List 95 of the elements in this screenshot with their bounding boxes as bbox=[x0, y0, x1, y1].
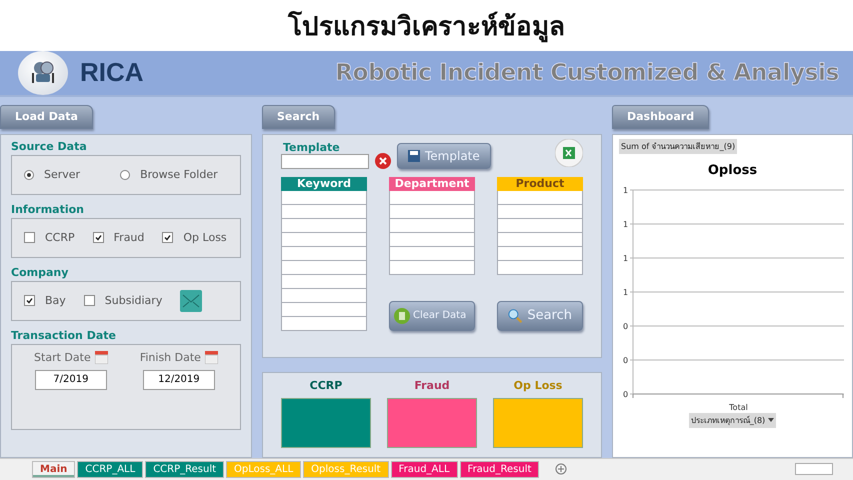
app-title: Robotic Incident Customized & Analysis bbox=[335, 60, 839, 86]
list-row[interactable] bbox=[497, 260, 583, 275]
list-row[interactable] bbox=[389, 260, 475, 275]
list-row[interactable] bbox=[281, 302, 367, 317]
chart-title: Oploss bbox=[706, 162, 758, 178]
save-icon bbox=[408, 150, 420, 162]
date-field[interactable]: 7/2019 bbox=[34, 370, 107, 390]
list-row[interactable] bbox=[281, 204, 367, 219]
date-field[interactable]: 12/2019 bbox=[142, 370, 215, 390]
option-label: Op Loss bbox=[183, 231, 227, 244]
template-input-field[interactable] bbox=[281, 154, 369, 169]
robot-logo-icon bbox=[18, 50, 68, 95]
sheet-tab[interactable]: Fraud_Result bbox=[460, 460, 540, 478]
option-label: Fraud bbox=[114, 231, 144, 244]
list-row[interactable] bbox=[281, 316, 367, 331]
checkbox[interactable] bbox=[84, 295, 95, 306]
chart-filter-button[interactable]: ประเภทเหตุการณ์_(8) bbox=[688, 412, 776, 428]
list-row[interactable] bbox=[389, 204, 475, 219]
list-row[interactable] bbox=[497, 190, 583, 205]
checkbox[interactable] bbox=[24, 295, 35, 306]
radio-button[interactable] bbox=[24, 170, 34, 180]
summary-tile[interactable] bbox=[493, 398, 583, 448]
list-row[interactable] bbox=[497, 232, 583, 247]
checkbox[interactable] bbox=[24, 232, 35, 244]
list-header: Product bbox=[497, 176, 583, 191]
summary-label: CCRP bbox=[310, 378, 342, 392]
chart-field-button[interactable]: Sum of จำนวนความเสียหาย_(9) bbox=[619, 138, 738, 154]
search-button[interactable]: Search bbox=[497, 300, 583, 331]
summary-tile[interactable] bbox=[387, 398, 477, 448]
axis-tick-label: 1 bbox=[623, 254, 628, 263]
sheet-tab[interactable]: Fraud_ALL bbox=[390, 460, 458, 478]
axis-tick-label: 0 bbox=[623, 390, 628, 399]
list-row[interactable] bbox=[281, 246, 367, 261]
axis-tick-label: 1 bbox=[623, 220, 628, 229]
calendar-icon[interactable] bbox=[204, 350, 218, 364]
dashboard-button[interactable]: Dashboard bbox=[612, 104, 710, 129]
option-label: Subsidiary bbox=[104, 294, 162, 308]
sheet-tab[interactable]: CCRP_ALL bbox=[77, 460, 144, 478]
axis-tick-label: 1 bbox=[623, 288, 628, 297]
check-icon bbox=[164, 234, 172, 242]
trash-icon bbox=[394, 308, 410, 324]
list-header: Keyword bbox=[281, 176, 367, 191]
section-heading: Information bbox=[11, 202, 85, 216]
list-row[interactable] bbox=[497, 246, 583, 261]
list-row[interactable] bbox=[497, 218, 583, 233]
option-label: Browse Folder bbox=[140, 168, 218, 182]
list-row[interactable] bbox=[497, 204, 583, 219]
check-icon bbox=[26, 297, 33, 304]
check-icon bbox=[94, 234, 102, 242]
checkbox[interactable] bbox=[92, 232, 104, 244]
list-row[interactable] bbox=[389, 232, 475, 247]
list-row[interactable] bbox=[281, 260, 367, 275]
summary-label: Op Loss bbox=[514, 378, 562, 392]
date-label: Finish Date bbox=[140, 350, 201, 364]
sheet-tab[interactable]: CCRP_Result bbox=[145, 460, 224, 478]
summary-tile[interactable] bbox=[281, 398, 371, 448]
axis-tick-label: 1 bbox=[623, 186, 628, 195]
dropdown-caret-icon bbox=[768, 418, 774, 422]
load-data-button[interactable]: Load Data bbox=[0, 104, 93, 129]
option-label: Server bbox=[44, 168, 80, 182]
list-header: Department bbox=[389, 176, 475, 191]
section-heading: Company bbox=[11, 266, 70, 279]
sheet-tab[interactable]: Main bbox=[32, 460, 76, 478]
calendar-icon[interactable] bbox=[94, 350, 108, 364]
list-row[interactable] bbox=[389, 190, 475, 205]
section-heading: Transaction Date bbox=[11, 328, 117, 342]
logo-text: RICA bbox=[80, 57, 144, 88]
axis-tick-label: 0 bbox=[623, 356, 628, 365]
list-row[interactable] bbox=[281, 232, 367, 247]
add-sheet-icon[interactable] bbox=[555, 463, 568, 476]
clear-data-button[interactable]: Clear Data bbox=[389, 300, 475, 331]
close-icon[interactable] bbox=[375, 152, 391, 169]
axis-tick-label: 0 bbox=[623, 322, 628, 331]
list-row[interactable] bbox=[389, 218, 475, 233]
list-row[interactable] bbox=[281, 288, 367, 303]
template-button[interactable]: Template bbox=[397, 142, 491, 169]
summary-label: Fraud bbox=[414, 378, 450, 392]
template-label: Template bbox=[283, 140, 341, 154]
list-row[interactable] bbox=[281, 274, 367, 289]
envelope-icon[interactable] bbox=[180, 290, 202, 312]
checkbox[interactable] bbox=[162, 232, 174, 244]
list-row[interactable] bbox=[281, 218, 367, 233]
date-label: Start Date bbox=[34, 350, 91, 364]
search-tab-button[interactable]: Search bbox=[262, 104, 335, 129]
option-label: CCRP bbox=[45, 231, 75, 244]
horizontal-scrollbar[interactable] bbox=[795, 463, 833, 476]
search-icon bbox=[508, 308, 522, 324]
section-heading: Source Data bbox=[11, 140, 88, 153]
slide-title: โปรแกรมวิเคราะห์ข้อมูล bbox=[286, 10, 566, 44]
list-row[interactable] bbox=[281, 190, 367, 205]
option-label: Bay bbox=[45, 294, 66, 308]
radio-button[interactable] bbox=[120, 170, 130, 180]
axis-category-label: Total bbox=[729, 402, 748, 412]
list-row[interactable] bbox=[389, 246, 475, 261]
spreadsheet-export-icon[interactable] bbox=[555, 138, 583, 167]
